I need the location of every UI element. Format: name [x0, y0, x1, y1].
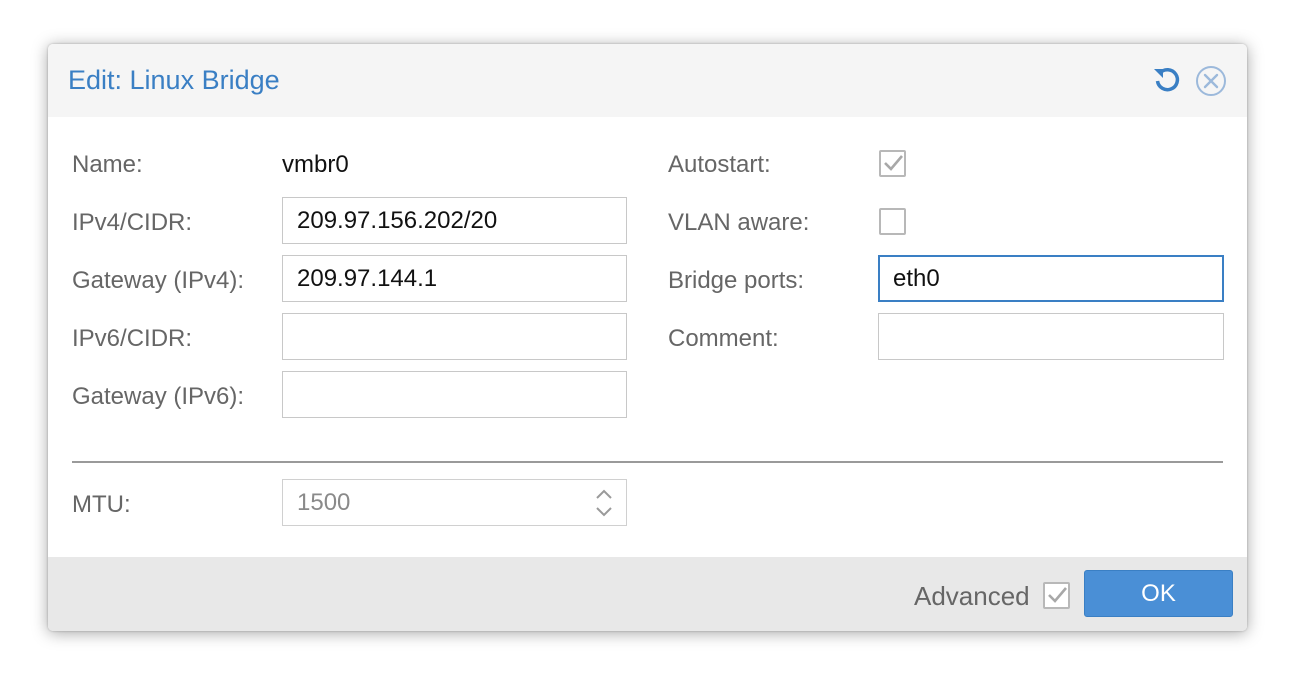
- reset-icon[interactable]: [1151, 64, 1183, 101]
- spinner-arrows-icon: [595, 487, 613, 526]
- ipv4-cidr-label: IPv4/CIDR:: [72, 209, 193, 236]
- dialog-footer: Advanced OK: [48, 557, 1247, 631]
- vlan-aware-checkbox[interactable]: [879, 208, 906, 235]
- ipv6-cidr-input[interactable]: [282, 313, 627, 360]
- ipv4-cidr-input[interactable]: 209.97.156.202/20: [282, 197, 627, 244]
- dialog-title: Edit: Linux Bridge: [68, 65, 280, 95]
- edit-linux-bridge-dialog: Edit: Linux Bridge Name: vmbr0 IPv4/CIDR…: [48, 44, 1247, 631]
- checkmark-icon: [1048, 587, 1067, 603]
- gateway-ipv4-label: Gateway (IPv4):: [72, 267, 245, 294]
- gateway-ipv6-label: Gateway (IPv6):: [72, 383, 245, 410]
- mtu-stepper: 1500: [282, 479, 627, 526]
- name-label: Name:: [72, 151, 143, 178]
- close-icon[interactable]: [1194, 64, 1228, 103]
- gateway-ipv6-input[interactable]: [282, 371, 627, 418]
- name-value: vmbr0: [282, 151, 349, 178]
- vlan-aware-label: VLAN aware:: [668, 209, 810, 236]
- bridge-ports-label: Bridge ports:: [668, 267, 805, 294]
- section-divider: [72, 461, 1223, 463]
- dialog-body: Name: vmbr0 IPv4/CIDR: 209.97.156.202/20…: [48, 117, 1247, 557]
- bridge-ports-input[interactable]: eth0: [878, 255, 1224, 302]
- ok-button[interactable]: OK: [1084, 570, 1233, 617]
- mtu-value: 1500: [297, 488, 351, 516]
- dialog-header: Edit: Linux Bridge: [48, 44, 1247, 117]
- ipv6-cidr-label: IPv6/CIDR:: [72, 325, 193, 352]
- comment-label: Comment:: [668, 325, 779, 352]
- advanced-label: Advanced: [914, 581, 1030, 611]
- mtu-label: MTU:: [72, 491, 131, 518]
- gateway-ipv4-input[interactable]: 209.97.144.1: [282, 255, 627, 302]
- advanced-checkbox[interactable]: [1043, 582, 1070, 609]
- comment-input[interactable]: [878, 313, 1224, 360]
- autostart-checkbox[interactable]: [879, 150, 906, 177]
- checkmark-icon: [884, 155, 903, 171]
- autostart-label: Autostart:: [668, 151, 771, 178]
